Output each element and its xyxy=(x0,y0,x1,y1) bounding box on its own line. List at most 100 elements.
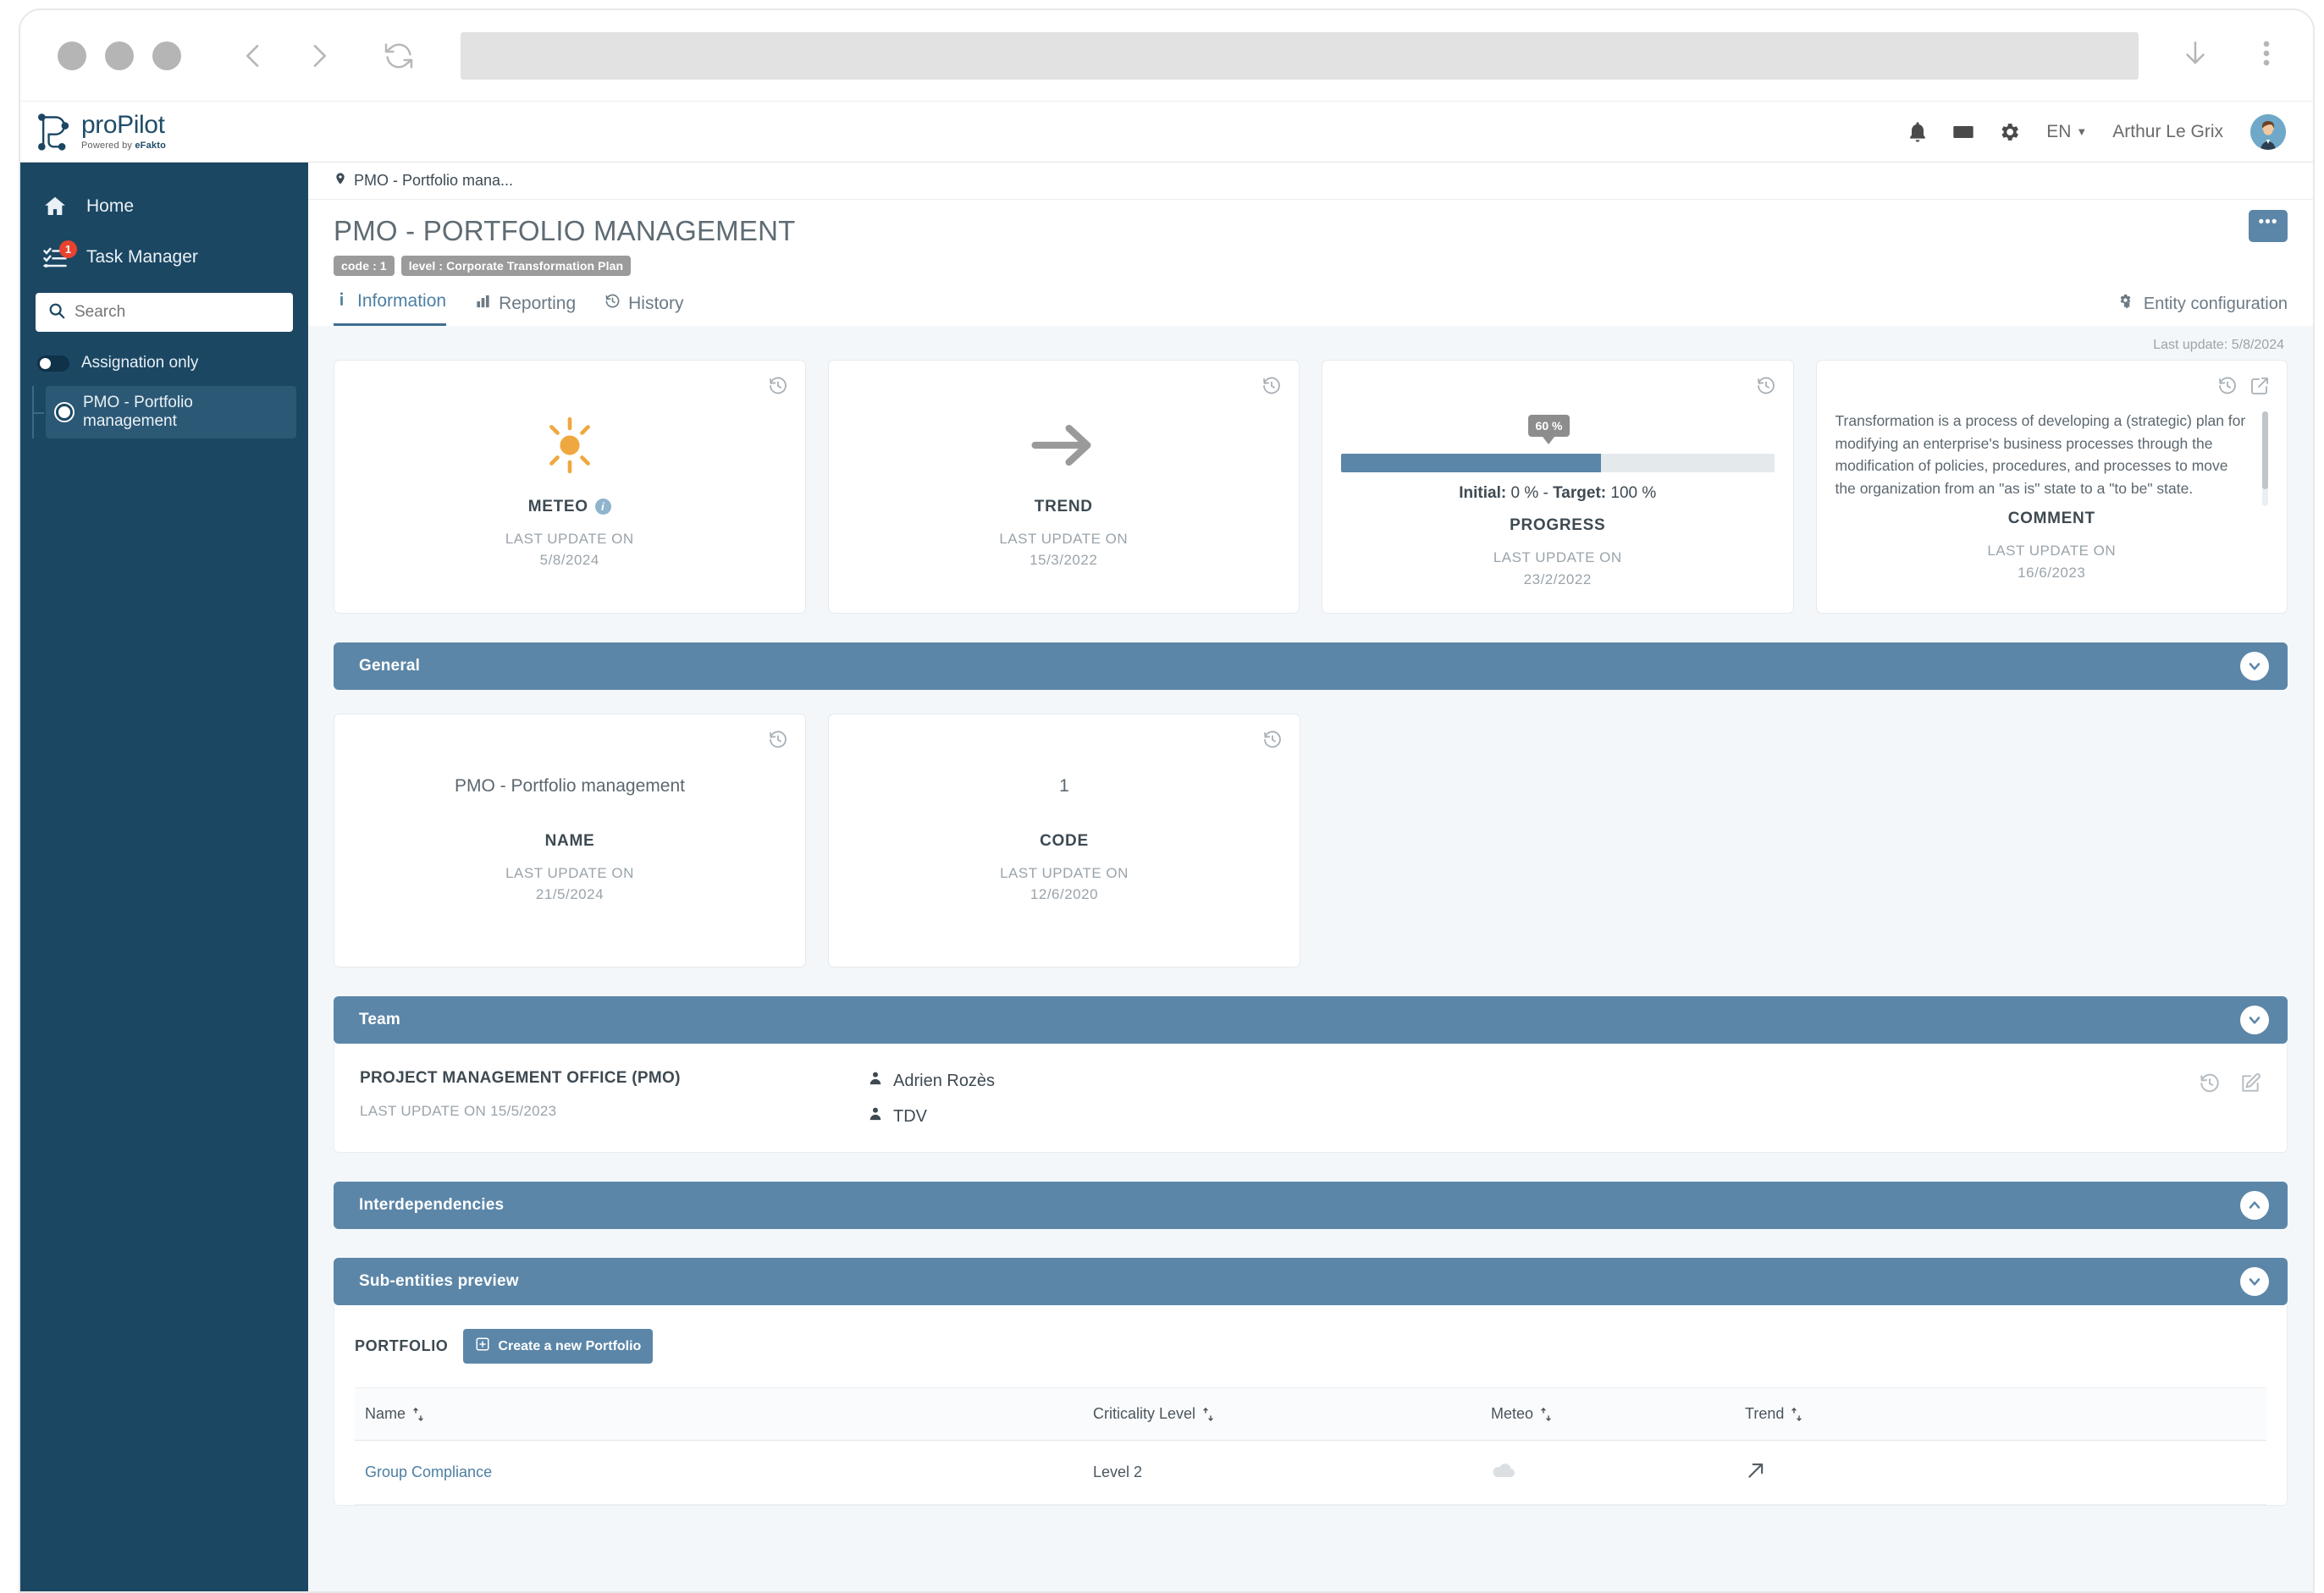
kpi-label-text: PROGRESS xyxy=(1510,516,1605,535)
team-member-name: TDV xyxy=(893,1107,927,1127)
gears-icon xyxy=(2116,292,2136,316)
more-actions-button[interactable]: ••• xyxy=(2249,210,2288,242)
row-name-link[interactable]: Group Compliance xyxy=(365,1463,492,1480)
browser-actions xyxy=(2179,35,2283,76)
progress-caption: Initial: 0 % - Target: 100 % xyxy=(1459,484,1656,503)
sidebar-item-pmo-portfolio-management[interactable]: PMO - Portfolio management xyxy=(46,386,296,438)
tab-reporting[interactable]: Reporting xyxy=(475,292,576,326)
kpi-label: TREND xyxy=(1035,498,1093,516)
sidebar: Home 1 Task Manager Assignat xyxy=(20,163,308,1593)
history-icon[interactable] xyxy=(2217,376,2238,400)
entity-configuration-button[interactable]: Entity configuration xyxy=(2116,292,2288,316)
info-icon[interactable]: i xyxy=(595,499,611,515)
sidebar-item-home[interactable]: Home xyxy=(20,181,308,232)
column-header-meteo[interactable]: Meteo xyxy=(1481,1388,1735,1441)
column-label: Meteo xyxy=(1491,1405,1533,1423)
section-header-team[interactable]: Team xyxy=(334,996,2288,1044)
general-card-meta: LAST UPDATE ON 21/5/2024 xyxy=(505,863,634,906)
page-title: PMO - PORTFOLIO MANAGEMENT xyxy=(334,215,2288,247)
column-header-criticality-level[interactable]: Criticality Level xyxy=(1083,1388,1481,1441)
section-header-sub-entities[interactable]: Sub-entities preview xyxy=(334,1258,2288,1305)
tab-history[interactable]: History xyxy=(604,292,683,326)
window-maximize-dot[interactable] xyxy=(152,41,181,70)
column-header-trend[interactable]: Trend xyxy=(1735,1388,2266,1441)
brand-name: proPilot xyxy=(81,113,166,138)
reload-icon[interactable] xyxy=(376,33,422,79)
section-header-general[interactable]: General xyxy=(334,642,2288,690)
column-label: Trend xyxy=(1745,1405,1784,1423)
history-icon xyxy=(604,292,621,316)
language-label: EN xyxy=(2046,122,2071,142)
column-header-name[interactable]: Name xyxy=(355,1388,1083,1441)
assignation-only-toggle-row[interactable]: Assignation only xyxy=(20,337,308,378)
kpi-card-comment[interactable]: Transformation is a process of developin… xyxy=(1816,360,2288,614)
kpi-card-progress[interactable]: 60 % Initial: 0 % - Target: 100 % PROGRE… xyxy=(1322,360,1794,614)
task-list-icon: 1 xyxy=(42,244,71,271)
comment-scrollbar-thumb[interactable] xyxy=(2262,411,2268,489)
history-icon[interactable] xyxy=(768,730,788,754)
window-close-dot[interactable] xyxy=(58,41,86,70)
create-new-portfolio-button[interactable]: Create a new Portfolio xyxy=(463,1329,653,1364)
app-body: Home 1 Task Manager Assignat xyxy=(20,163,2313,1593)
general-card-code[interactable]: 1 CODE LAST UPDATE ON 12/6/2020 xyxy=(828,714,1300,967)
search-input[interactable] xyxy=(75,303,281,322)
back-icon[interactable] xyxy=(230,33,276,79)
kpi-label-text: METEO xyxy=(528,498,588,516)
sort-icon xyxy=(412,1407,424,1422)
sidebar-search xyxy=(20,283,308,337)
tab-information[interactable]: Information xyxy=(334,289,446,326)
address-bar[interactable] xyxy=(461,32,2139,80)
history-icon[interactable] xyxy=(2199,1072,2221,1099)
card-actions xyxy=(768,730,788,754)
kpi-meta: LAST UPDATE ON 15/3/2022 xyxy=(999,528,1128,571)
general-card-meta: LAST UPDATE ON 12/6/2020 xyxy=(1000,863,1129,906)
chevron-up-icon[interactable] xyxy=(2240,1191,2269,1220)
chevron-down-icon[interactable] xyxy=(2240,652,2269,681)
section-header-interdependencies[interactable]: Interdependencies xyxy=(334,1182,2288,1229)
language-selector[interactable]: EN ▼ xyxy=(2046,122,2087,142)
entity-configuration-label: Entity configuration xyxy=(2144,295,2288,314)
card-actions xyxy=(2217,376,2270,400)
chevron-down-icon[interactable] xyxy=(2240,1006,2269,1034)
kpi-meta: LAST UPDATE ON 5/8/2024 xyxy=(505,528,634,571)
progress-target-label: Target: xyxy=(1553,484,1606,502)
forward-icon[interactable] xyxy=(296,33,342,79)
bell-icon[interactable] xyxy=(1906,120,1929,144)
kpi-meta-line1: LAST UPDATE ON xyxy=(1493,547,1622,569)
section-title: Sub-entities preview xyxy=(359,1272,519,1291)
table-row[interactable]: Group Compliance Level 2 xyxy=(355,1441,2266,1505)
history-icon[interactable] xyxy=(768,376,788,400)
assignation-only-toggle[interactable] xyxy=(37,356,69,372)
kpi-meta-line1: LAST UPDATE ON xyxy=(1835,540,2269,562)
search-box[interactable] xyxy=(36,293,293,332)
chevron-down-icon[interactable] xyxy=(2240,1267,2269,1296)
info-icon xyxy=(334,289,350,313)
team-member[interactable]: TDV xyxy=(868,1105,995,1128)
gear-icon[interactable] xyxy=(1997,120,2021,144)
general-card-name[interactable]: PMO - Portfolio management NAME LAST UPD… xyxy=(334,714,806,967)
sort-icon xyxy=(1540,1407,1552,1422)
envelope-icon[interactable] xyxy=(1951,120,1975,144)
brand-tagline: Powered by eFakto xyxy=(81,141,166,151)
kpi-card-meteo[interactable]: METEO i LAST UPDATE ON 5/8/2024 xyxy=(334,360,806,614)
edit-icon[interactable] xyxy=(2239,1072,2261,1099)
kpi-card-trend[interactable]: TREND LAST UPDATE ON 15/3/2022 xyxy=(828,360,1300,614)
history-icon[interactable] xyxy=(1756,376,1776,400)
general-card-label: NAME xyxy=(545,832,595,851)
propilot-logo-icon xyxy=(36,113,73,152)
sidebar-item-task-manager[interactable]: 1 Task Manager xyxy=(20,232,308,283)
sidebar-item-label: Task Manager xyxy=(86,247,198,267)
download-icon[interactable] xyxy=(2179,35,2211,76)
breadcrumb-text[interactable]: PMO - Portfolio mana... xyxy=(354,172,513,190)
brand-logo-block[interactable]: proPilot Powered by eFakto xyxy=(36,113,166,152)
team-member[interactable]: Adrien Rozès xyxy=(868,1069,995,1093)
history-icon[interactable] xyxy=(1261,376,1282,400)
main-content: PMO - Portfolio mana... PMO - PORTFOLIO … xyxy=(308,163,2313,1593)
plus-square-icon xyxy=(475,1337,490,1356)
external-link-icon[interactable] xyxy=(2249,376,2270,400)
history-icon[interactable] xyxy=(1262,730,1283,754)
avatar[interactable] xyxy=(2250,114,2286,150)
user-name[interactable]: Arthur Le Grix xyxy=(2112,122,2223,142)
kebab-menu-icon[interactable] xyxy=(2250,35,2283,76)
window-minimize-dot[interactable] xyxy=(105,41,134,70)
